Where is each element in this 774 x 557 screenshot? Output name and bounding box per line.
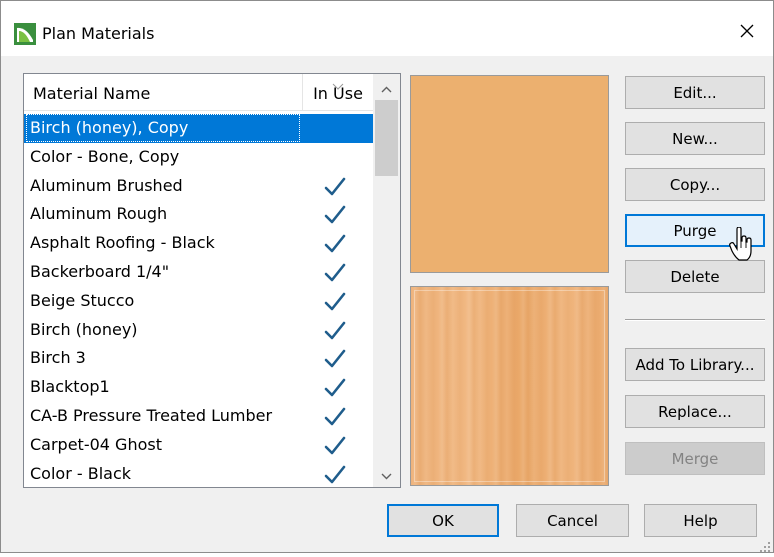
material-name: CA-B Pressure Treated Lumber (30, 405, 273, 425)
title-bar: Plan Materials (1, 1, 773, 56)
material-name: Color - Black (30, 463, 132, 483)
column-header-material-name[interactable]: Material Name (24, 74, 301, 110)
purge-button[interactable]: Purge (625, 214, 765, 247)
close-icon (739, 23, 755, 43)
edit-button[interactable]: Edit... (625, 76, 765, 109)
checkmark-icon (324, 435, 346, 457)
checkmark-icon (324, 262, 346, 284)
list-item[interactable]: Color - Bone, Copy (24, 143, 373, 172)
material-name: Aluminum Brushed (30, 175, 183, 195)
cancel-button[interactable]: Cancel (516, 504, 629, 537)
chief-architect-app-icon (14, 23, 36, 45)
list-header: Material Name In Use (24, 74, 373, 111)
scroll-up-button[interactable] (373, 74, 400, 100)
list-item[interactable]: Birch (honey) (24, 316, 373, 345)
checkmark-icon (324, 233, 346, 255)
window-title: Plan Materials (42, 24, 155, 43)
chevron-up-icon (381, 78, 392, 97)
material-name: Carpet-04 Ghost (30, 434, 162, 454)
list-item[interactable]: Blacktop1 (24, 373, 373, 402)
scroll-down-button[interactable] (373, 461, 400, 487)
checkmark-icon (324, 320, 346, 342)
texture-preview-frame (414, 290, 605, 482)
plan-materials-dialog: Plan Materials Material Name In Use Birc… (0, 0, 774, 553)
checkmark-icon (324, 348, 346, 370)
close-button[interactable] (727, 15, 767, 51)
new-button[interactable]: New... (625, 122, 765, 155)
checkmark-icon (324, 464, 346, 486)
material-name: Birch (honey) (30, 319, 138, 339)
scroll-thumb[interactable] (375, 100, 398, 176)
list-item[interactable]: CA-B Pressure Treated Lumber (24, 402, 373, 431)
checkmark-icon (324, 377, 346, 399)
help-button[interactable]: Help (644, 504, 757, 537)
add-to-library-button[interactable]: Add To Library... (625, 348, 765, 381)
material-name: Backerboard 1/4" (30, 261, 170, 281)
list-item[interactable]: Carpet-04 Ghost (24, 431, 373, 460)
list-item[interactable]: Aluminum Rough (24, 200, 373, 229)
list-item[interactable]: Asphalt Roofing - Black (24, 229, 373, 258)
material-name: Asphalt Roofing - Black (30, 233, 215, 253)
list-item[interactable]: Birch 3 (24, 344, 373, 373)
material-texture-preview (410, 286, 609, 486)
checkmark-icon (324, 291, 346, 313)
checkmark-icon (324, 204, 346, 226)
list-item[interactable]: Color - Black (24, 460, 373, 487)
material-name: Color - Bone, Copy (30, 146, 180, 166)
replace-button[interactable]: Replace... (625, 395, 765, 428)
button-group-divider (625, 319, 765, 320)
material-name: Birch 3 (30, 348, 86, 368)
materials-list[interactable]: Material Name In Use Birch (honey), Copy… (23, 73, 401, 488)
merge-button: Merge (625, 442, 765, 475)
list-item[interactable]: Aluminum Brushed (24, 172, 373, 201)
list-scrollbar[interactable] (373, 74, 400, 487)
material-name: Birch (honey), Copy (30, 118, 189, 137)
ok-button[interactable]: OK (387, 504, 499, 537)
checkmark-icon (324, 176, 346, 198)
material-name: Beige Stucco (30, 290, 135, 310)
material-name: Aluminum Rough (30, 204, 168, 224)
material-name: Blacktop1 (30, 377, 110, 397)
list-item[interactable]: Beige Stucco (24, 287, 373, 316)
copy-button[interactable]: Copy... (625, 168, 765, 201)
resize-grip-icon[interactable] (759, 538, 771, 552)
material-color-preview (410, 75, 609, 273)
delete-button[interactable]: Delete (625, 260, 765, 293)
checkmark-icon (324, 406, 346, 428)
list-item[interactable]: Birch (honey), Copy (24, 114, 373, 143)
materials-rows: Birch (honey), Copy Color - Bone, Copy Alu… (24, 114, 373, 487)
chevron-down-icon (381, 465, 392, 484)
list-item[interactable]: Backerboard 1/4" (24, 258, 373, 287)
sort-descending-icon (332, 75, 344, 90)
